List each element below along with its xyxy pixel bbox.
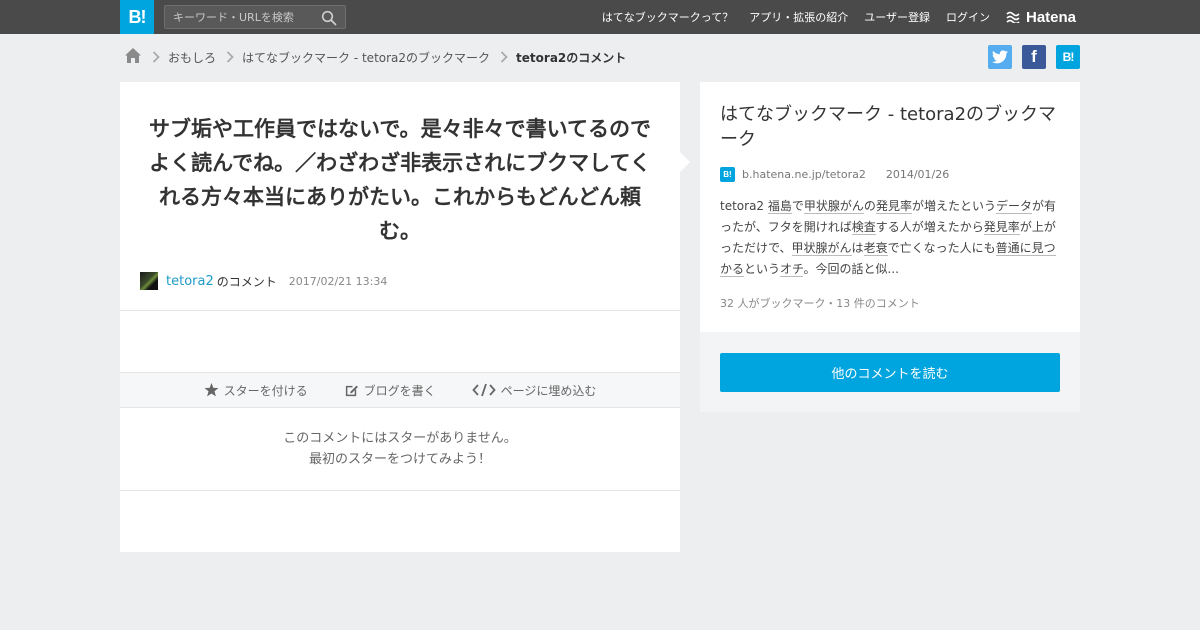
nav-about[interactable]: はてなブックマークって？ [602,9,733,25]
embed-label: ページに埋め込む [500,383,597,398]
hatena-bookmark-logo[interactable]: B! [120,0,154,34]
comment-meta: tetora2 のコメント 2017/02/21 13:34 [140,272,387,290]
divider [120,310,680,311]
divider [120,490,680,491]
bookmark-count[interactable]: 32 人がブックマーク・13 件のコメント [720,295,920,311]
embed-button[interactable]: ページに埋め込む [471,382,597,399]
chevron-right-icon [226,51,234,63]
entry-title[interactable]: はてなブックマーク - tetora2のブックマーク [720,102,1064,152]
avatar[interactable] [140,272,158,290]
add-star-label: スターを付ける [223,383,308,398]
hatena-bookmark-icon: B! [1062,50,1075,64]
excerpt-text: 。今回の話と似... [803,262,899,276]
comment-suffix: のコメント [216,274,277,289]
entry-domain[interactable]: b.hatena.ne.jp/tetora2 [742,168,866,181]
excerpt-text: で亡くなった人にも [887,241,996,255]
comment-date[interactable]: 2017/02/21 13:34 [289,275,388,288]
chevron-right-icon [152,51,160,63]
user-link[interactable]: tetora2 [166,274,214,289]
nav-login[interactable]: ログイン [946,9,990,25]
comment-text: サブ垢や工作員ではないで。是々非々で書いてるのでよく読んでね。／わざわざ非表示さ… [149,117,651,243]
keyword-link[interactable]: 福島 [767,199,792,214]
excerpt-text: する人が増えたから [875,220,984,234]
hatena-bookmark-share-button[interactable]: B! [1056,45,1080,69]
entry-date: 2014/01/26 [885,167,950,181]
add-star-button[interactable]: スターを付ける [204,382,308,399]
comment-card: サブ垢や工作員ではないで。是々非々で書いてるのでよく読んでね。／わざわざ非表示さ… [120,82,690,552]
no-star-message: このコメントにはスターがありません。 最初のスターをつけてみよう！ [120,428,680,470]
keyword-link[interactable]: 発見率 [983,220,1020,235]
write-blog-label: ブログを書く [363,383,436,398]
search-input[interactable] [165,6,315,28]
action-bar: スターを付ける ブログを書く ページに埋め込む [120,372,680,408]
social-share-buttons: f B! [988,45,1080,69]
entry-card: はてなブックマーク - tetora2のブックマーク B! b.hatena.n… [700,82,1080,412]
breadcrumb: おもしろ はてなブックマーク - tetora2のブックマーク tetora2の… [124,47,626,67]
chevron-right-icon [500,51,508,63]
keyword-link[interactable]: オチ [780,262,804,277]
breadcrumb-current: tetora2のコメント [516,50,627,65]
star-icon [204,383,219,397]
code-icon [471,383,496,397]
breadcrumb-category[interactable]: おもしろ [168,49,216,66]
twitter-icon [992,50,1008,64]
hatena-brand-link[interactable]: Hatena [1006,8,1076,26]
nav-register[interactable]: ユーザー登録 [864,9,930,25]
keyword-link[interactable]: 老衰 [863,241,888,256]
search-icon[interactable] [321,10,337,26]
twitter-share-button[interactable] [988,45,1012,69]
keyword-link[interactable]: データ [995,199,1032,214]
no-star-line-2: 最初のスターをつけてみよう！ [308,452,491,467]
facebook-icon: f [1031,47,1037,66]
excerpt-text: で [791,199,804,213]
search-box [164,5,346,29]
breadcrumb-entry[interactable]: はてなブックマーク - tetora2のブックマーク [242,49,490,66]
entry-meta: B! b.hatena.ne.jp/tetora2 2014/01/26 [720,166,949,182]
nav-apps[interactable]: アプリ・拡張の紹介 [749,9,848,25]
home-icon[interactable] [124,47,142,67]
excerpt-text: が増えたという [911,199,996,213]
keyword-link[interactable]: 発見率 [875,199,912,214]
keyword-link[interactable]: 甲状腺がん [791,241,852,256]
edit-icon [345,385,358,396]
no-star-line-1: このコメントにはスターがありません。 [283,431,517,446]
entry-excerpt: tetora2 福島で甲状腺がんの発見率が増えたというデータが有ったが、フタを開… [720,196,1064,280]
excerpt-text: の [863,199,876,213]
top-bar: B! はてなブックマークって？ アプリ・拡張の紹介 ユーザー登録 ログイン Ha… [0,0,1200,34]
excerpt-text: という [744,262,781,276]
hatena-wave-icon [1006,11,1020,23]
facebook-share-button[interactable]: f [1022,45,1046,69]
hatena-brand-text: Hatena [1026,8,1077,26]
hatena-bookmark-favicon: B! [720,166,735,182]
write-blog-button[interactable]: ブログを書く [344,382,436,399]
keyword-link[interactable]: 甲状腺がん [803,199,864,214]
excerpt-text: は [851,241,864,255]
read-other-comments-button[interactable]: 他のコメントを読む [720,353,1060,392]
entry-summary: はてなブックマーク - tetora2のブックマーク B! b.hatena.n… [700,82,1080,332]
top-nav: はてなブックマークって？ アプリ・拡張の紹介 ユーザー登録 ログイン [602,0,990,34]
excerpt-text: tetora2 [720,199,768,213]
keyword-link[interactable]: 検査 [851,220,876,235]
